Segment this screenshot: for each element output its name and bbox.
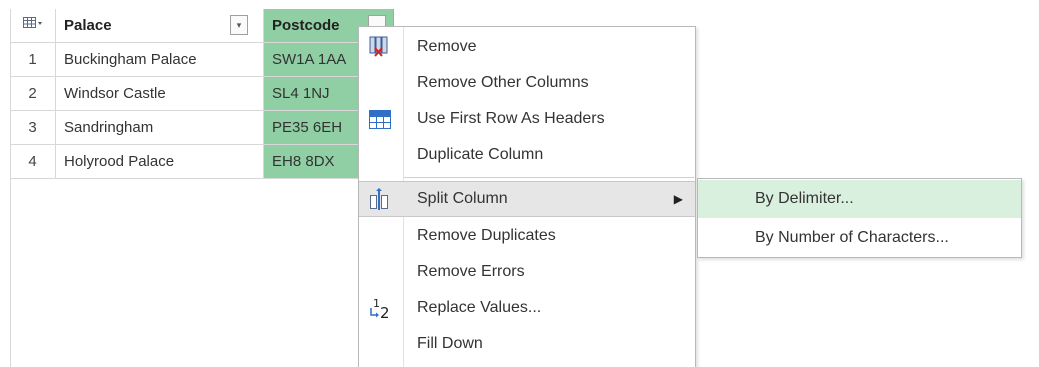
menu-item-replace-values[interactable]: 1 2 Replace Values... — [359, 290, 695, 326]
row-index: 2 — [10, 77, 56, 111]
cell-palace[interactable]: Holyrood Palace — [56, 145, 264, 179]
column-context-menu: Remove Remove Other Columns Use First Ro… — [358, 26, 696, 367]
cell-palace[interactable]: Sandringham — [56, 111, 264, 145]
column-header-label: Postcode — [272, 17, 340, 34]
table-icon — [22, 9, 43, 42]
replace-values-icon: 1 2 — [367, 296, 393, 322]
submenu-item-label: By Delimiter... — [755, 190, 854, 207]
split-column-icon — [367, 188, 393, 212]
row-index: 1 — [10, 43, 56, 77]
column-header-palace[interactable]: Palace ▾ — [56, 9, 264, 43]
menu-item-remove[interactable]: Remove — [359, 29, 695, 65]
split-column-submenu: By Delimiter... By Number of Characters.… — [697, 178, 1022, 258]
menu-item-label: Remove Duplicates — [417, 227, 556, 244]
row-index: 3 — [10, 111, 56, 145]
remove-columns-icon — [367, 35, 393, 59]
submenu-arrow-icon: ▶ — [673, 192, 683, 206]
menu-item-duplicate-column[interactable]: Duplicate Column — [359, 137, 695, 173]
menu-item-label: Duplicate Column — [417, 146, 544, 163]
table-header-icon — [367, 107, 393, 131]
menu-item-split-column[interactable]: Split Column ▶ — [359, 181, 695, 217]
column-header-label: Palace — [64, 17, 112, 34]
menu-item-remove-duplicates[interactable]: Remove Duplicates — [359, 218, 695, 254]
menu-item-remove-other-columns[interactable]: Remove Other Columns — [359, 65, 695, 101]
menu-item-use-first-row-as-headers[interactable]: Use First Row As Headers — [359, 101, 695, 137]
svg-text:2: 2 — [380, 304, 390, 322]
cell-palace[interactable]: Buckingham Palace — [56, 43, 264, 77]
table-menu-button[interactable] — [10, 9, 56, 43]
row-index: 4 — [10, 145, 56, 179]
menu-item-label: Use First Row As Headers — [417, 110, 605, 127]
menu-item-label: Remove — [417, 38, 477, 55]
submenu-item-label: By Number of Characters... — [755, 229, 949, 246]
menu-separator — [404, 177, 694, 178]
submenu-item-by-delimiter[interactable]: By Delimiter... — [698, 180, 1021, 218]
menu-item-remove-errors[interactable]: Remove Errors — [359, 254, 695, 290]
svg-text:1: 1 — [373, 297, 380, 310]
menu-item-label: Fill Down — [417, 335, 483, 352]
submenu-item-by-number-of-characters[interactable]: By Number of Characters... — [698, 219, 1021, 257]
menu-item-label: Replace Values... — [417, 299, 542, 316]
cell-palace[interactable]: Windsor Castle — [56, 77, 264, 111]
menu-item-label: Split Column — [417, 190, 508, 207]
menu-item-label: Remove Errors — [417, 263, 525, 280]
filter-dropdown-icon[interactable]: ▾ — [230, 15, 248, 35]
menu-item-label: Remove Other Columns — [417, 74, 589, 91]
menu-item-fill-down[interactable]: Fill Down — [359, 326, 695, 362]
